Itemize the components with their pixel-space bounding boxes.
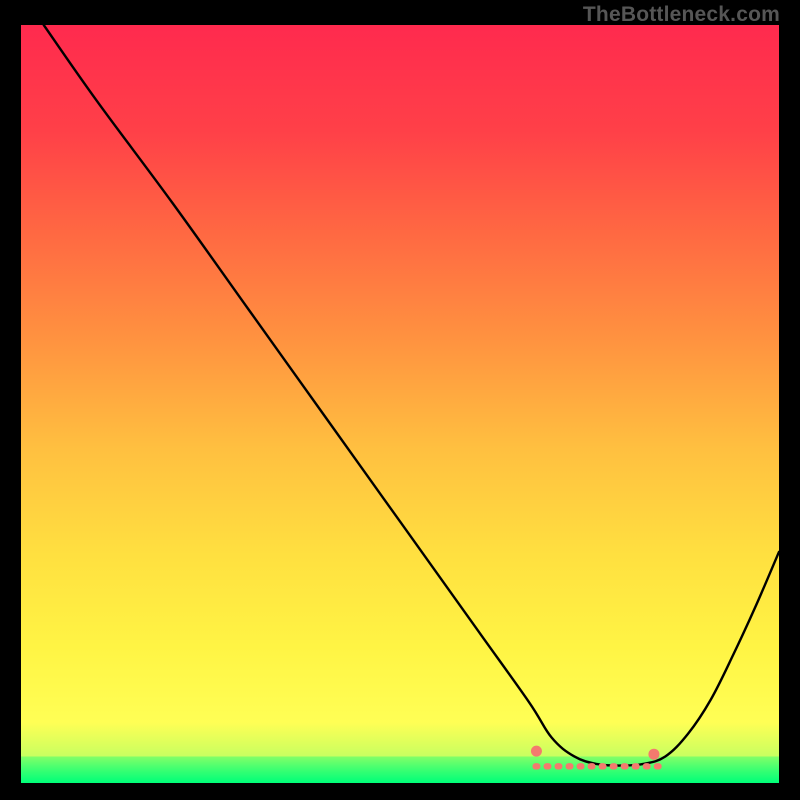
chart-container: TheBottleneck.com [0, 0, 800, 800]
chart-svg [21, 25, 779, 783]
green-band [21, 756, 779, 783]
plot-area [21, 25, 779, 783]
watermark-text: TheBottleneck.com [583, 3, 780, 27]
gradient-background [21, 25, 779, 783]
